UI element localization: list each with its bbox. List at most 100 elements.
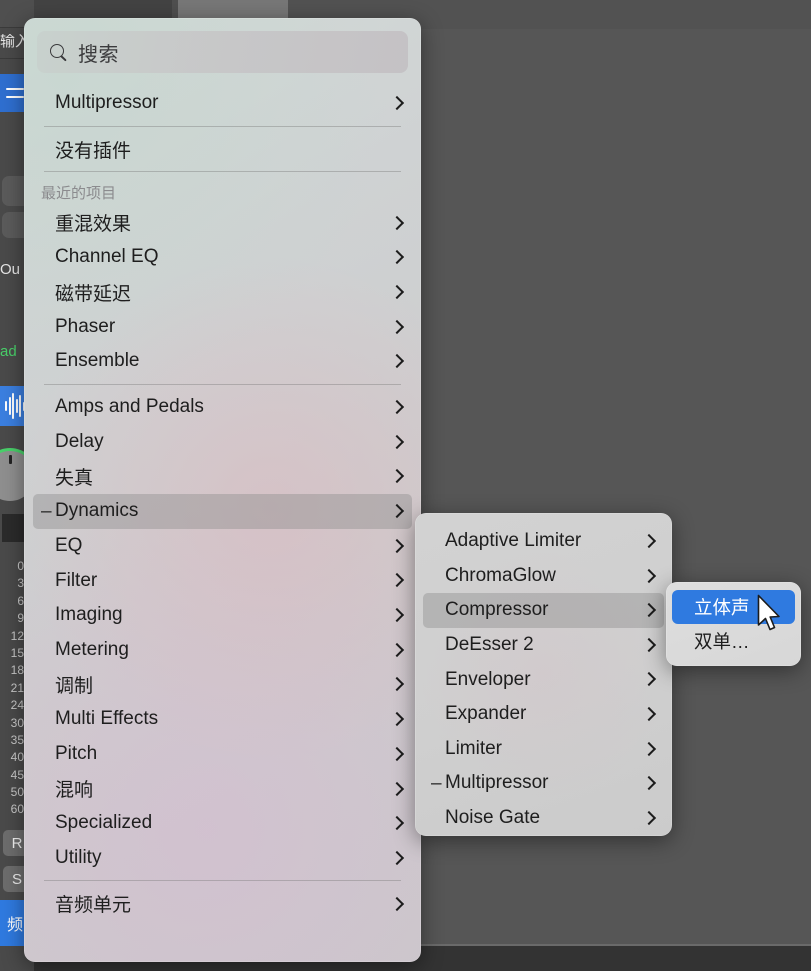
installed-marker-icon: – bbox=[41, 502, 54, 521]
menu-item-level2[interactable]: ChromaGlow bbox=[423, 559, 664, 594]
db-scale-value: 9 bbox=[17, 612, 24, 625]
menu-item-level1[interactable]: Utility bbox=[33, 841, 412, 876]
plugin-menu-level-1[interactable]: 搜索 Multipressor 没有插件最近的项目重混效果 Channel EQ磁带… bbox=[24, 18, 421, 962]
chevron-right-icon bbox=[642, 708, 655, 721]
menu-item-label: Imaging bbox=[55, 604, 382, 626]
menu-item-label: 音频单元 bbox=[55, 890, 382, 917]
menu-item-level1[interactable]: Phaser bbox=[33, 309, 412, 344]
menu-item-level3[interactable]: 双单声道 bbox=[672, 624, 795, 658]
plugin-menu-level-2[interactable]: Adaptive Limiter ChromaGlow Compressor DeEs… bbox=[415, 513, 672, 836]
chevron-right-icon bbox=[390, 505, 403, 518]
menu-separator bbox=[44, 126, 401, 127]
menu-item-level2[interactable]: Enveloper bbox=[423, 662, 664, 697]
db-scale-value: 0 bbox=[17, 560, 24, 573]
menu-item-level2[interactable]: –Multipressor bbox=[423, 766, 664, 801]
menu-item-label: Filter bbox=[55, 570, 382, 592]
chevron-right-icon bbox=[390, 609, 403, 622]
menu-item-label: Amps and Pedals bbox=[55, 396, 382, 418]
db-scale-value: 60 bbox=[11, 803, 24, 816]
search-placeholder: 搜索 bbox=[78, 38, 119, 67]
menu-item-level1[interactable]: 失真 bbox=[33, 459, 412, 494]
menu-item-label: 重混效果 bbox=[55, 209, 382, 236]
menu-item-label: Multi Effects bbox=[55, 708, 382, 730]
menu-item-level2[interactable]: Adaptive Limiter bbox=[423, 524, 664, 559]
search-field-wrapper[interactable]: 搜索 bbox=[37, 31, 408, 73]
menu-level-2-list: Adaptive Limiter ChromaGlow Compressor DeEs… bbox=[415, 524, 672, 835]
menu-item-level1[interactable]: 磁带延迟 bbox=[33, 275, 412, 310]
menu-item-label: Ensemble bbox=[55, 350, 382, 372]
chevron-right-icon bbox=[390, 435, 403, 448]
menu-item-level3[interactable]: 立体声 bbox=[672, 590, 795, 624]
chevron-right-icon bbox=[642, 569, 655, 582]
chevron-right-icon bbox=[390, 817, 403, 830]
chevron-right-icon bbox=[390, 852, 403, 865]
chevron-right-icon bbox=[642, 639, 655, 652]
menu-item-label: 没有插件 bbox=[55, 136, 382, 163]
chevron-right-icon bbox=[642, 742, 655, 755]
menu-item-level1[interactable]: EQ bbox=[33, 529, 412, 564]
menu-item-level1[interactable]: 混响 bbox=[33, 771, 412, 806]
db-scale-value: 50 bbox=[11, 786, 24, 799]
menu-item-label: Specialized bbox=[55, 812, 382, 834]
db-scale-value: 35 bbox=[11, 734, 24, 747]
menu-item-level1[interactable]: Pitch bbox=[33, 737, 412, 772]
screen-root: 输入 Ou ad 03691215182124303540455060 R S … bbox=[0, 0, 811, 971]
menu-item-level2[interactable]: Expander bbox=[423, 697, 664, 732]
menu-separator bbox=[44, 384, 401, 385]
menu-item-level2[interactable]: Noise Gate bbox=[423, 801, 664, 836]
menu-item-level2[interactable]: DeEsser 2 bbox=[423, 628, 664, 663]
installed-marker-icon: – bbox=[431, 774, 444, 793]
menu-item-label: 立体声 bbox=[694, 594, 766, 620]
menu-item-label: DeEsser 2 bbox=[445, 634, 634, 656]
menu-item-level1[interactable]: 没有插件 bbox=[33, 132, 412, 167]
menu-item-level1[interactable]: Delay bbox=[33, 425, 412, 460]
menu-item-label: Metering bbox=[55, 639, 382, 661]
menu-level-3-list: 立体声双单声道 bbox=[666, 590, 801, 658]
menu-item-label: 双单声道 bbox=[694, 628, 766, 654]
db-scale-value: 21 bbox=[11, 682, 24, 695]
chevron-right-icon bbox=[390, 97, 403, 110]
menu-item-label: 失真 bbox=[55, 463, 382, 490]
search-field[interactable]: 搜索 bbox=[37, 31, 408, 73]
chevron-right-icon bbox=[642, 604, 655, 617]
menu-item-level1[interactable]: Multi Effects bbox=[33, 702, 412, 737]
menu-item-level1[interactable]: –Dynamics bbox=[33, 494, 412, 529]
menu-item-level1[interactable]: Ensemble bbox=[33, 344, 412, 379]
menu-item-level1[interactable]: Multipressor bbox=[33, 86, 412, 121]
menu-item-level1[interactable]: Imaging bbox=[33, 598, 412, 633]
menu-item-label: Dynamics bbox=[55, 500, 382, 522]
menu-item-level1[interactable]: 音频单元 bbox=[33, 886, 412, 921]
menu-item-level1[interactable]: 重混效果 bbox=[33, 205, 412, 240]
menu-item-level1[interactable]: Filter bbox=[33, 563, 412, 598]
menu-item-level2[interactable]: Limiter bbox=[423, 732, 664, 767]
chevron-right-icon bbox=[390, 782, 403, 795]
menu-section-header: 最近的项目 bbox=[33, 177, 412, 205]
menu-item-level1[interactable]: 调制 bbox=[33, 667, 412, 702]
menu-item-label: ChromaGlow bbox=[445, 565, 634, 587]
menu-level-1-list: Multipressor没有插件最近的项目重混效果Channel EQ磁带延迟P… bbox=[24, 86, 421, 921]
db-scale-value: 18 bbox=[11, 664, 24, 677]
chevron-right-icon bbox=[390, 713, 403, 726]
chevron-right-icon bbox=[390, 216, 403, 229]
chevron-right-icon bbox=[390, 355, 403, 368]
db-scale-value: 12 bbox=[11, 630, 24, 643]
chevron-right-icon bbox=[390, 678, 403, 691]
menu-item-label: Limiter bbox=[445, 738, 634, 760]
menu-section-header-label: 最近的项目 bbox=[41, 182, 403, 203]
menu-item-level1[interactable]: Channel EQ bbox=[33, 240, 412, 275]
menu-item-label: Adaptive Limiter bbox=[445, 530, 634, 552]
menu-item-label: EQ bbox=[55, 535, 382, 557]
menu-item-level1[interactable]: Amps and Pedals bbox=[33, 390, 412, 425]
menu-item-level2[interactable]: Compressor bbox=[423, 593, 664, 628]
plugin-menu-level-3[interactable]: 立体声双单声道 bbox=[666, 582, 801, 666]
menu-item-level1[interactable]: Specialized bbox=[33, 806, 412, 841]
menu-item-label: Pitch bbox=[55, 743, 382, 765]
menu-item-label: Utility bbox=[55, 847, 382, 869]
chevron-right-icon bbox=[390, 539, 403, 552]
menu-item-label: Delay bbox=[55, 431, 382, 453]
menu-item-level1[interactable]: Metering bbox=[33, 633, 412, 668]
chevron-right-icon bbox=[642, 777, 655, 790]
db-scale-value: 3 bbox=[17, 577, 24, 590]
chevron-right-icon bbox=[642, 673, 655, 686]
menu-item-label: Compressor bbox=[445, 599, 634, 621]
